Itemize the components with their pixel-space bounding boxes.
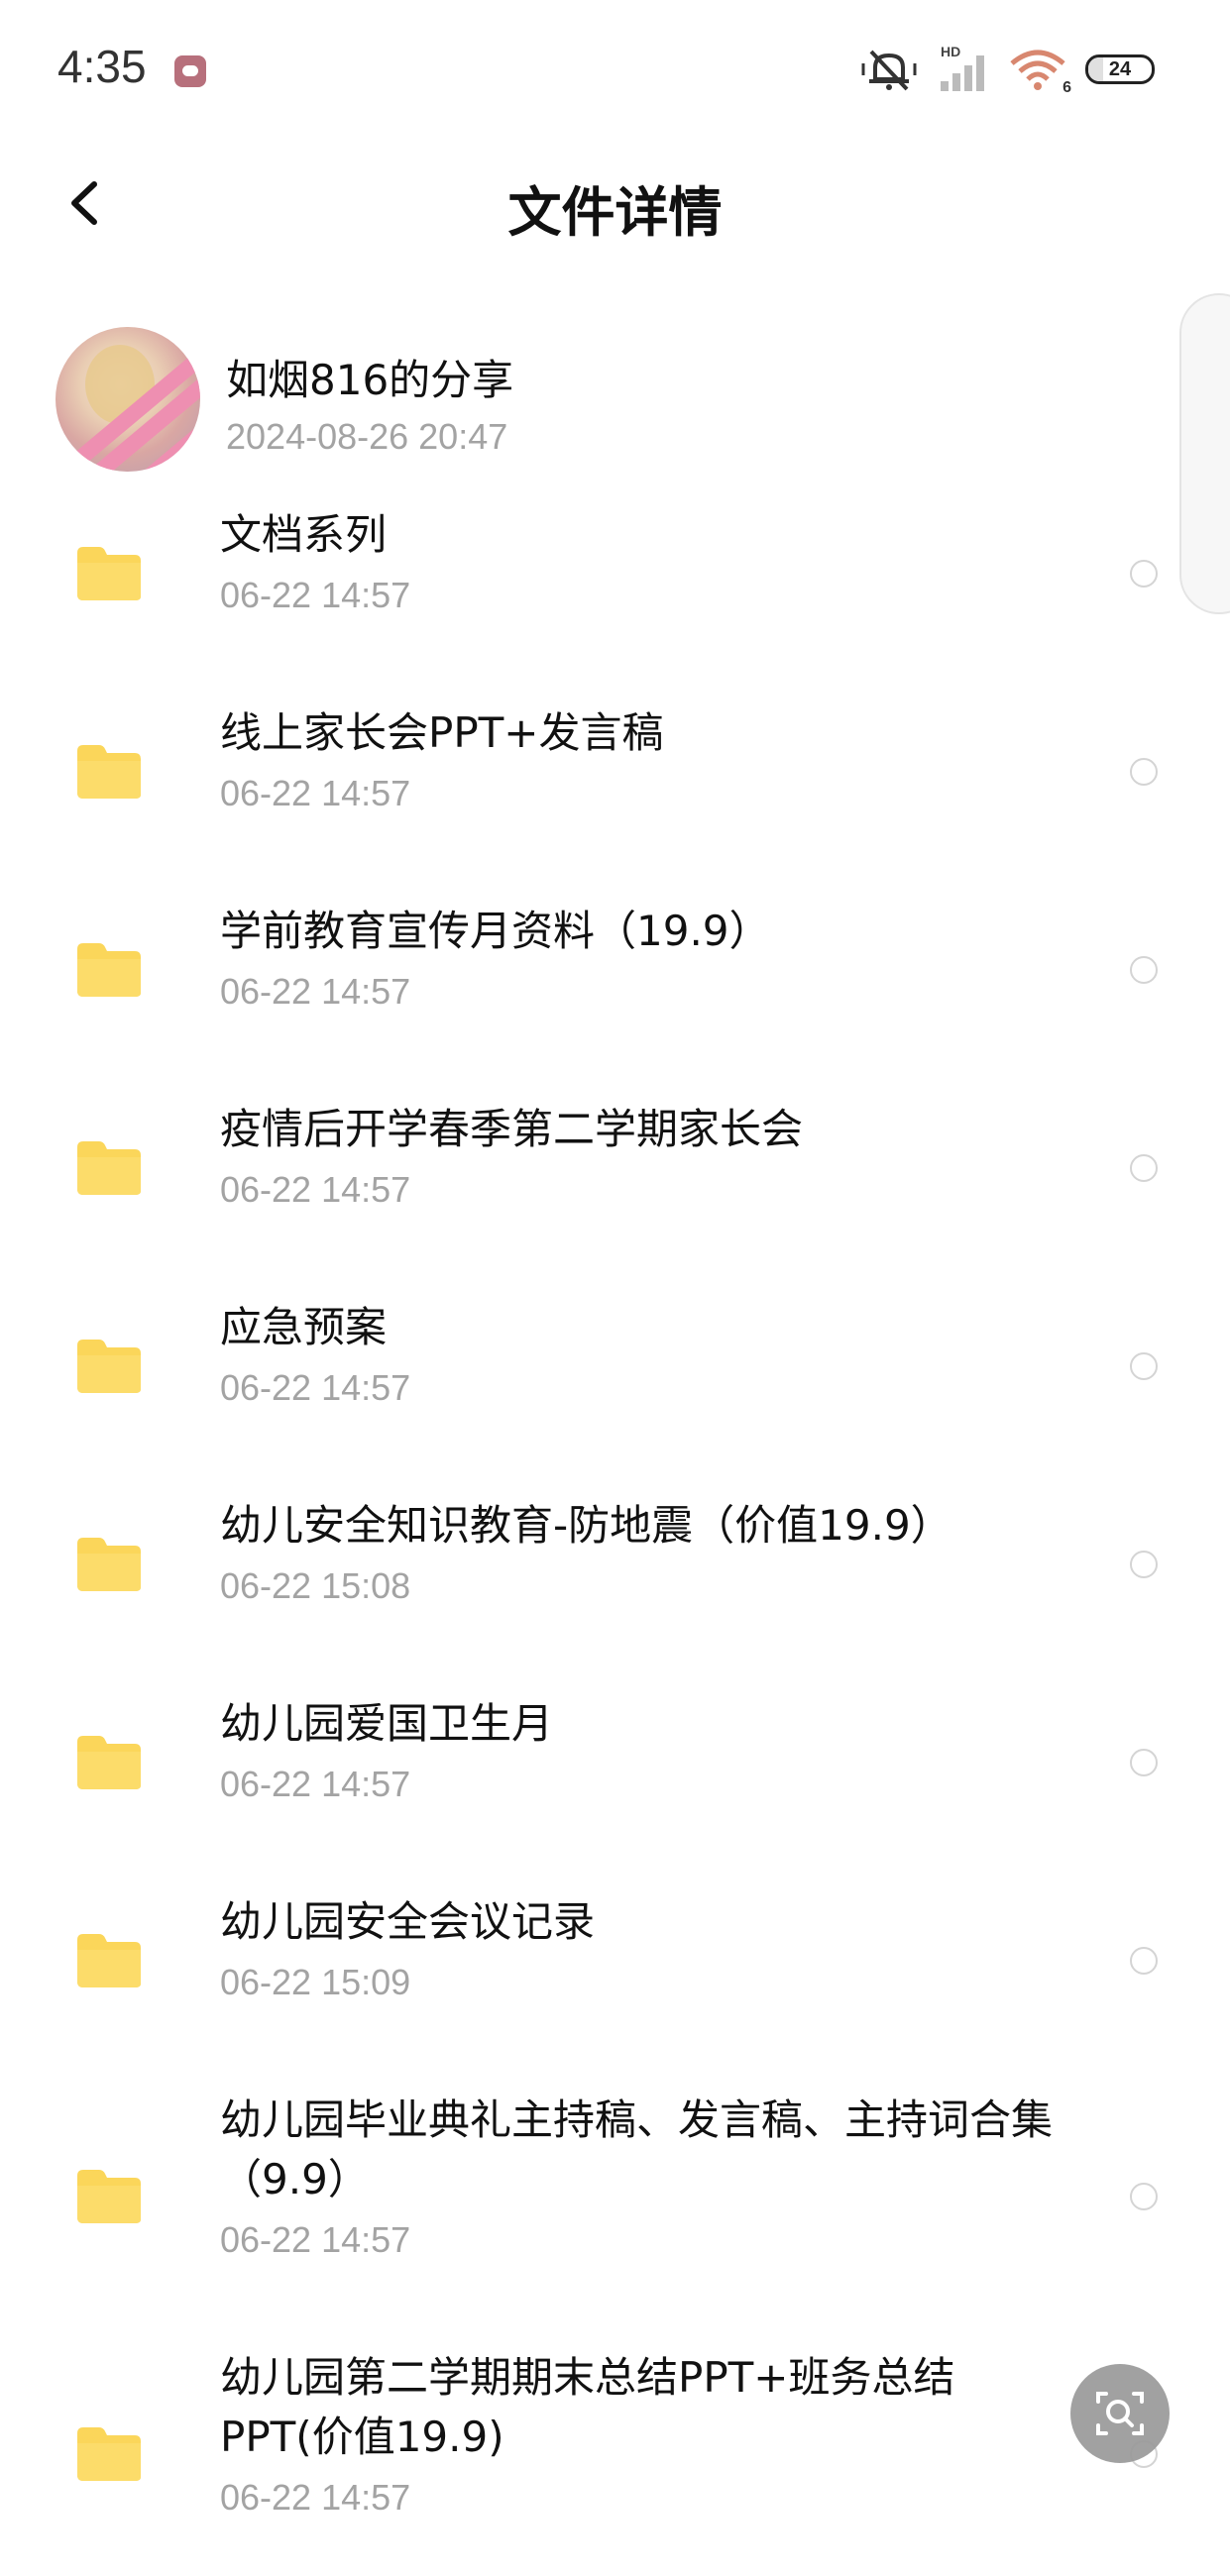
file-date: 06-22 14:57 (220, 1367, 411, 1408)
file-row[interactable]: 线上家长会PPT+发言稿 06-22 14:57 (0, 703, 1230, 902)
file-row[interactable]: 幼儿园第二学期期末总结PPT+班务总结PPT(价值19.9) 06-22 14:… (0, 2348, 1230, 2576)
file-row[interactable]: 学前教育宣传月资料（19.9） 06-22 14:57 (0, 902, 1230, 1100)
folder-icon (77, 1934, 141, 1987)
file-name: 幼儿园毕业典礼主持稿、发言稿、主持词合集（9.9） (220, 2095, 1054, 2203)
folder-icon (77, 943, 141, 997)
file-row[interactable]: 幼儿园毕业典礼主持稿、发言稿、主持词合集（9.9） 06-22 14:57 (0, 2091, 1230, 2318)
select-radio[interactable] (1130, 1947, 1158, 1975)
status-icons: HD 6 24 (861, 40, 1155, 99)
folder-icon (77, 2427, 141, 2481)
file-date: 06-22 14:57 (220, 1169, 411, 1210)
select-radio[interactable] (1130, 560, 1158, 588)
folder-icon (77, 1340, 141, 1393)
status-time: 4:35 (57, 41, 147, 92)
select-radio[interactable] (1130, 956, 1158, 984)
page-title: 文件详情 (507, 181, 723, 244)
folder-icon (77, 547, 141, 600)
folder-icon (77, 2170, 141, 2223)
share-owner-name: 如烟816的分享 (226, 356, 514, 404)
select-radio[interactable] (1130, 2183, 1158, 2210)
file-date: 06-22 15:08 (220, 1565, 411, 1606)
file-row[interactable]: 幼儿安全知识教育-防地震（价值19.9） 06-22 15:08 (0, 1496, 1230, 1694)
avatar[interactable] (56, 327, 200, 472)
file-date: 06-22 14:57 (220, 773, 411, 813)
file-row[interactable]: 文档系列 06-22 14:57 (0, 505, 1230, 703)
top-app-bar: 文件详情 (0, 139, 1230, 268)
wifi-icon: 6 (1008, 46, 1071, 96)
file-name: 幼儿园第二学期期末总结PPT+班务总结PPT(价值19.9) (220, 2353, 955, 2461)
select-radio[interactable] (1130, 1154, 1158, 1182)
search-icon (1096, 2392, 1144, 2435)
status-bar: 4:35 HD 6 24 (0, 0, 1230, 139)
file-name: 幼儿安全知识教育-防地震（价值19.9） (220, 1501, 952, 1550)
file-name: 学前教育宣传月资料（19.9） (220, 907, 771, 955)
folder-icon (77, 745, 141, 799)
battery-fill (1088, 57, 1104, 81)
battery-icon: 24 (1085, 54, 1155, 84)
wifi-label: 6 (1062, 79, 1071, 96)
file-row[interactable]: 幼儿园安全会议记录 06-22 15:09 (0, 1892, 1230, 2091)
folder-icon (77, 1141, 141, 1195)
file-date: 06-22 14:57 (220, 2219, 411, 2260)
select-radio[interactable] (1130, 1551, 1158, 1578)
file-name: 文档系列 (220, 510, 388, 559)
folder-icon (77, 1736, 141, 1789)
signal-icon: HD (935, 44, 990, 93)
file-date: 06-22 14:57 (220, 971, 411, 1012)
file-date: 06-22 15:09 (220, 1962, 411, 2002)
mute-icon (861, 50, 917, 91)
floating-search-button[interactable] (1070, 2364, 1170, 2463)
share-info: 如烟816的分享 2024-08-26 20:47 (0, 317, 1230, 485)
file-name: 应急预案 (220, 1303, 388, 1351)
select-radio[interactable] (1130, 758, 1158, 786)
file-date: 06-22 14:57 (220, 575, 411, 615)
file-name: 线上家长会PPT+发言稿 (220, 708, 664, 757)
file-date: 06-22 14:57 (220, 1764, 411, 1804)
notification-app-icon (174, 55, 206, 87)
file-row[interactable]: 应急预案 06-22 14:57 (0, 1298, 1230, 1496)
file-date: 06-22 14:57 (220, 2477, 411, 2518)
file-name: 幼儿园安全会议记录 (220, 1897, 596, 1946)
file-name: 疫情后开学春季第二学期家长会 (220, 1105, 804, 1153)
select-radio[interactable] (1130, 1749, 1158, 1776)
select-radio[interactable] (1130, 1352, 1158, 1380)
folder-icon (77, 1538, 141, 1591)
share-timestamp: 2024-08-26 20:47 (226, 416, 508, 457)
file-name: 幼儿园爱国卫生月 (220, 1699, 554, 1748)
battery-level: 24 (1108, 57, 1132, 80)
file-row[interactable]: 幼儿园爱国卫生月 06-22 14:57 (0, 1694, 1230, 1892)
file-row[interactable]: 疫情后开学春季第二学期家长会 06-22 14:57 (0, 1100, 1230, 1298)
